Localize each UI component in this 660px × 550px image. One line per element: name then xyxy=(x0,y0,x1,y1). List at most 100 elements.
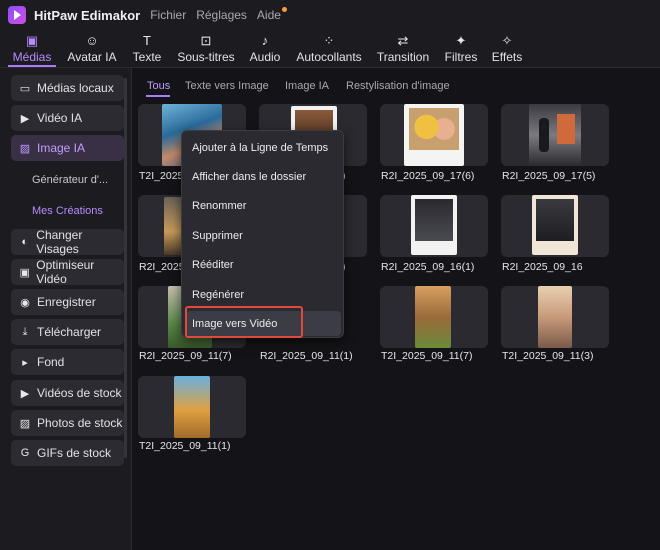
avatar-icon: ☺ xyxy=(85,33,99,48)
media-caption: R2I_2025_09_16 xyxy=(502,261,583,273)
audio-icon: ♪ xyxy=(261,33,269,48)
sidebar-item-label: Vidéo IA xyxy=(37,111,83,125)
record-icon: ◉ xyxy=(20,296,30,309)
tab-texte-vers-image[interactable]: Texte vers Image xyxy=(185,80,269,92)
tool-filtres[interactable]: ✦ Filtres xyxy=(443,32,479,66)
gif-icon: G xyxy=(20,447,30,459)
tool-transition[interactable]: ⇄ Transition xyxy=(376,32,430,66)
sidebar-item-label: Vidéos de stock xyxy=(37,386,122,400)
app-title: HitPaw Edimakor xyxy=(34,7,141,23)
media-card[interactable] xyxy=(501,104,609,166)
media-thumbnail xyxy=(532,195,578,255)
main-toolbar: ▣ Médias ☺ Avatar IA T Texte ⊡ Sous-titr… xyxy=(0,30,660,68)
tool-autocollants[interactable]: ⁘ Autocollants xyxy=(295,32,363,66)
sidebar-item-gifs-stock[interactable]: G GIFs de stock xyxy=(11,440,124,466)
tool-medias[interactable]: ▣ Médias xyxy=(12,32,52,66)
sidebar-item-fond[interactable]: ▸ Fond xyxy=(11,349,124,375)
active-tab-indicator xyxy=(146,95,170,97)
subtitles-icon: ⊡ xyxy=(200,33,212,48)
tab-restylisation[interactable]: Restylisation d'image xyxy=(346,80,450,92)
sidebar-item-label: Télécharger xyxy=(37,325,102,339)
sidebar-item-optimiseur-video[interactable]: ▣ Optimiseur Vidéo xyxy=(11,258,124,286)
tool-label: Texte xyxy=(132,50,162,64)
menu-item-reediter[interactable]: Rééditer xyxy=(192,259,234,271)
tool-texte[interactable]: T Texte xyxy=(130,32,164,66)
sidebar-item-label: Fond xyxy=(37,355,65,369)
menu-fichier[interactable]: Fichier xyxy=(150,8,186,22)
sidebar-item-label: Changer Visages xyxy=(36,228,83,256)
tool-label: Transition xyxy=(376,50,430,64)
tool-effets[interactable]: ✧ Effets xyxy=(490,32,524,66)
menu-item-supprimer[interactable]: Supprimer xyxy=(192,230,243,242)
sidebar-item-medias-locaux[interactable]: ▭ Médias locaux xyxy=(11,75,124,101)
media-caption: R2I_2025_09_16(1) xyxy=(381,261,475,273)
tool-label: Audio xyxy=(249,50,281,64)
folder-icon: ▭ xyxy=(19,82,31,95)
media-caption: T2I_2025_09_11(3) xyxy=(502,350,594,362)
sidebar-item-label: Médias locaux xyxy=(37,81,114,95)
face-swap-icon: ◐ xyxy=(21,236,28,248)
video-enhancer-icon: ▣ xyxy=(19,266,30,279)
media-card[interactable] xyxy=(380,286,488,348)
media-card[interactable] xyxy=(501,195,609,257)
image-ai-icon: ▨ xyxy=(19,142,31,155)
menu-item-regenerer[interactable]: Regénérer xyxy=(192,289,244,301)
stickers-icon: ⁘ xyxy=(323,33,335,48)
sidebar-item-photos-stock[interactable]: ▨ Photos de stock xyxy=(11,410,124,436)
tool-label: Avatar IA xyxy=(67,50,117,64)
sidebar-scrollbar[interactable] xyxy=(124,78,127,458)
tool-label: Autocollants xyxy=(296,50,362,64)
tool-sous-titres[interactable]: ⊡ Sous-titres xyxy=(174,32,238,66)
menu-aide-label: Aide xyxy=(256,8,281,22)
tab-tous[interactable]: Tous xyxy=(147,80,170,92)
tool-label: Médias xyxy=(12,50,52,64)
menu-reglages[interactable]: Réglages xyxy=(196,8,247,22)
menu-aide[interactable]: Aide xyxy=(256,7,287,22)
sidebar-item-image-ia[interactable]: ▨ Image IA xyxy=(11,135,124,161)
highlight-annotation-box xyxy=(185,306,303,338)
filters-icon: ✦ xyxy=(455,33,467,48)
media-thumbnail xyxy=(529,104,581,166)
media-caption: R2I_2025_09_17(5) xyxy=(502,170,596,182)
sidebar-item-label: Photos de stock xyxy=(37,416,123,430)
notification-dot xyxy=(281,7,287,12)
sidebar-item-videos-stock[interactable]: ▶ Vidéos de stock xyxy=(11,380,124,406)
tab-image-ia[interactable]: Image IA xyxy=(285,80,329,92)
media-thumbnail xyxy=(538,286,572,348)
menu-item-renommer[interactable]: Renommer xyxy=(192,200,246,212)
media-thumbnail xyxy=(174,376,210,438)
media-card[interactable] xyxy=(380,104,488,166)
media-thumbnail xyxy=(404,104,464,166)
media-thumbnail xyxy=(411,195,457,255)
media-caption: T2I_2025_09_11(7) xyxy=(381,350,473,362)
text-icon: T xyxy=(143,33,151,48)
tool-label: Sous-titres xyxy=(177,50,235,64)
app-logo-icon xyxy=(8,6,26,24)
sidebar-item-label: GIFs de stock xyxy=(37,446,112,460)
transition-icon: ⇄ xyxy=(397,33,409,48)
media-card[interactable] xyxy=(501,286,609,348)
video-ai-icon: ▶ xyxy=(20,112,30,125)
sidebar-item-label: Optimiseur Vidéo xyxy=(36,258,95,286)
media-caption: R2I_2025_09_17(6) xyxy=(381,170,475,182)
menu-item-afficher-dossier[interactable]: Afficher dans le dossier xyxy=(192,171,306,183)
tool-avatar-ia[interactable]: ☺ Avatar IA xyxy=(64,32,120,66)
sidebar-item-telecharger[interactable]: ⤓ Télécharger xyxy=(11,319,124,345)
sidebar-sub-generateur[interactable]: Générateur d'... xyxy=(32,174,108,186)
sidebar-item-video-ia[interactable]: ▶ Vidéo IA xyxy=(11,105,124,131)
media-caption: T2I_2025_09_11(1) xyxy=(139,440,231,452)
tool-audio[interactable]: ♪ Audio xyxy=(247,32,283,66)
sidebar-item-enregistrer[interactable]: ◉ Enregistrer xyxy=(11,289,124,315)
media-card[interactable] xyxy=(380,195,488,257)
stock-video-icon: ▶ xyxy=(20,387,30,400)
media-card[interactable] xyxy=(138,376,246,438)
tool-label: Effets xyxy=(491,50,523,64)
media-icon: ▣ xyxy=(25,33,39,48)
stock-photo-icon: ▨ xyxy=(19,417,31,430)
download-icon: ⤓ xyxy=(22,325,28,338)
menu-item-ajouter-timeline[interactable]: Ajouter à la Ligne de Temps xyxy=(192,142,328,154)
sidebar-item-changer-visages[interactable]: ◐ Changer Visages xyxy=(11,228,124,256)
sidebar-item-label: Enregistrer xyxy=(37,295,96,309)
sidebar-sub-mes-creations[interactable]: Mes Créations xyxy=(32,205,103,217)
background-icon: ▸ xyxy=(22,356,28,369)
